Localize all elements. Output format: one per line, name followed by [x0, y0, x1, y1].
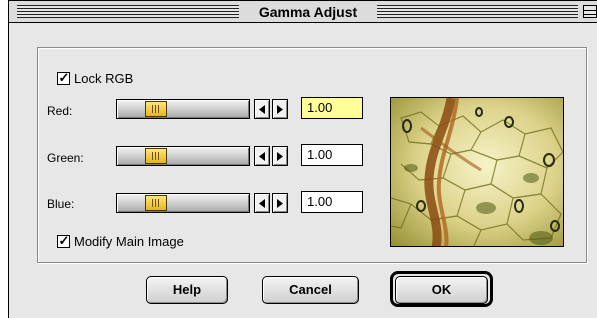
gamma-adjust-dialog: Gamma Adjust Lock RGB Red: 1.00 Green: 1… [8, 0, 597, 318]
green-slider[interactable] [116, 146, 250, 166]
title-stripes-right [377, 5, 578, 18]
window-title: Gamma Adjust [258, 4, 358, 20]
red-label: Red: [47, 104, 73, 118]
blue-slider-thumb[interactable] [145, 195, 167, 211]
lock-rgb-label: Lock RGB [74, 71, 134, 86]
micrograph-preview-image [391, 98, 563, 246]
red-slider[interactable] [116, 99, 250, 119]
blue-slider[interactable] [116, 193, 250, 213]
right-arrow-icon [277, 152, 283, 161]
right-arrow-icon [277, 105, 283, 114]
green-label: Green: [47, 151, 84, 165]
lock-rgb-checkbox[interactable]: Lock RGB [57, 71, 133, 86]
blue-value-field[interactable]: 1.00 [301, 191, 363, 213]
left-arrow-icon [259, 105, 265, 114]
red-value-field[interactable]: 1.00 [301, 97, 363, 119]
red-decrement-button[interactable] [254, 99, 270, 119]
cancel-button[interactable]: Cancel [262, 276, 359, 304]
title-bar[interactable]: Gamma Adjust [9, 1, 597, 23]
checkmark-icon[interactable] [57, 235, 70, 248]
green-value-field[interactable]: 1.00 [301, 144, 363, 166]
blue-decrement-button[interactable] [254, 193, 270, 213]
modify-main-image-checkbox[interactable]: Modify Main Image [57, 234, 184, 249]
help-button[interactable]: Help [146, 276, 228, 304]
image-preview [390, 97, 564, 247]
red-slider-thumb[interactable] [145, 101, 167, 117]
red-increment-button[interactable] [272, 99, 288, 119]
right-arrow-icon [277, 199, 283, 208]
ok-button[interactable]: OK [395, 276, 488, 304]
left-arrow-icon [259, 152, 265, 161]
green-slider-thumb[interactable] [145, 148, 167, 164]
green-increment-button[interactable] [272, 146, 288, 166]
blue-increment-button[interactable] [272, 193, 288, 213]
title-stripes-left [17, 5, 239, 18]
zoom-box-icon[interactable] [583, 5, 597, 18]
green-decrement-button[interactable] [254, 146, 270, 166]
checkmark-icon[interactable] [57, 72, 70, 85]
modify-main-image-label: Modify Main Image [74, 234, 184, 249]
left-arrow-icon [259, 199, 265, 208]
blue-label: Blue: [47, 197, 75, 211]
